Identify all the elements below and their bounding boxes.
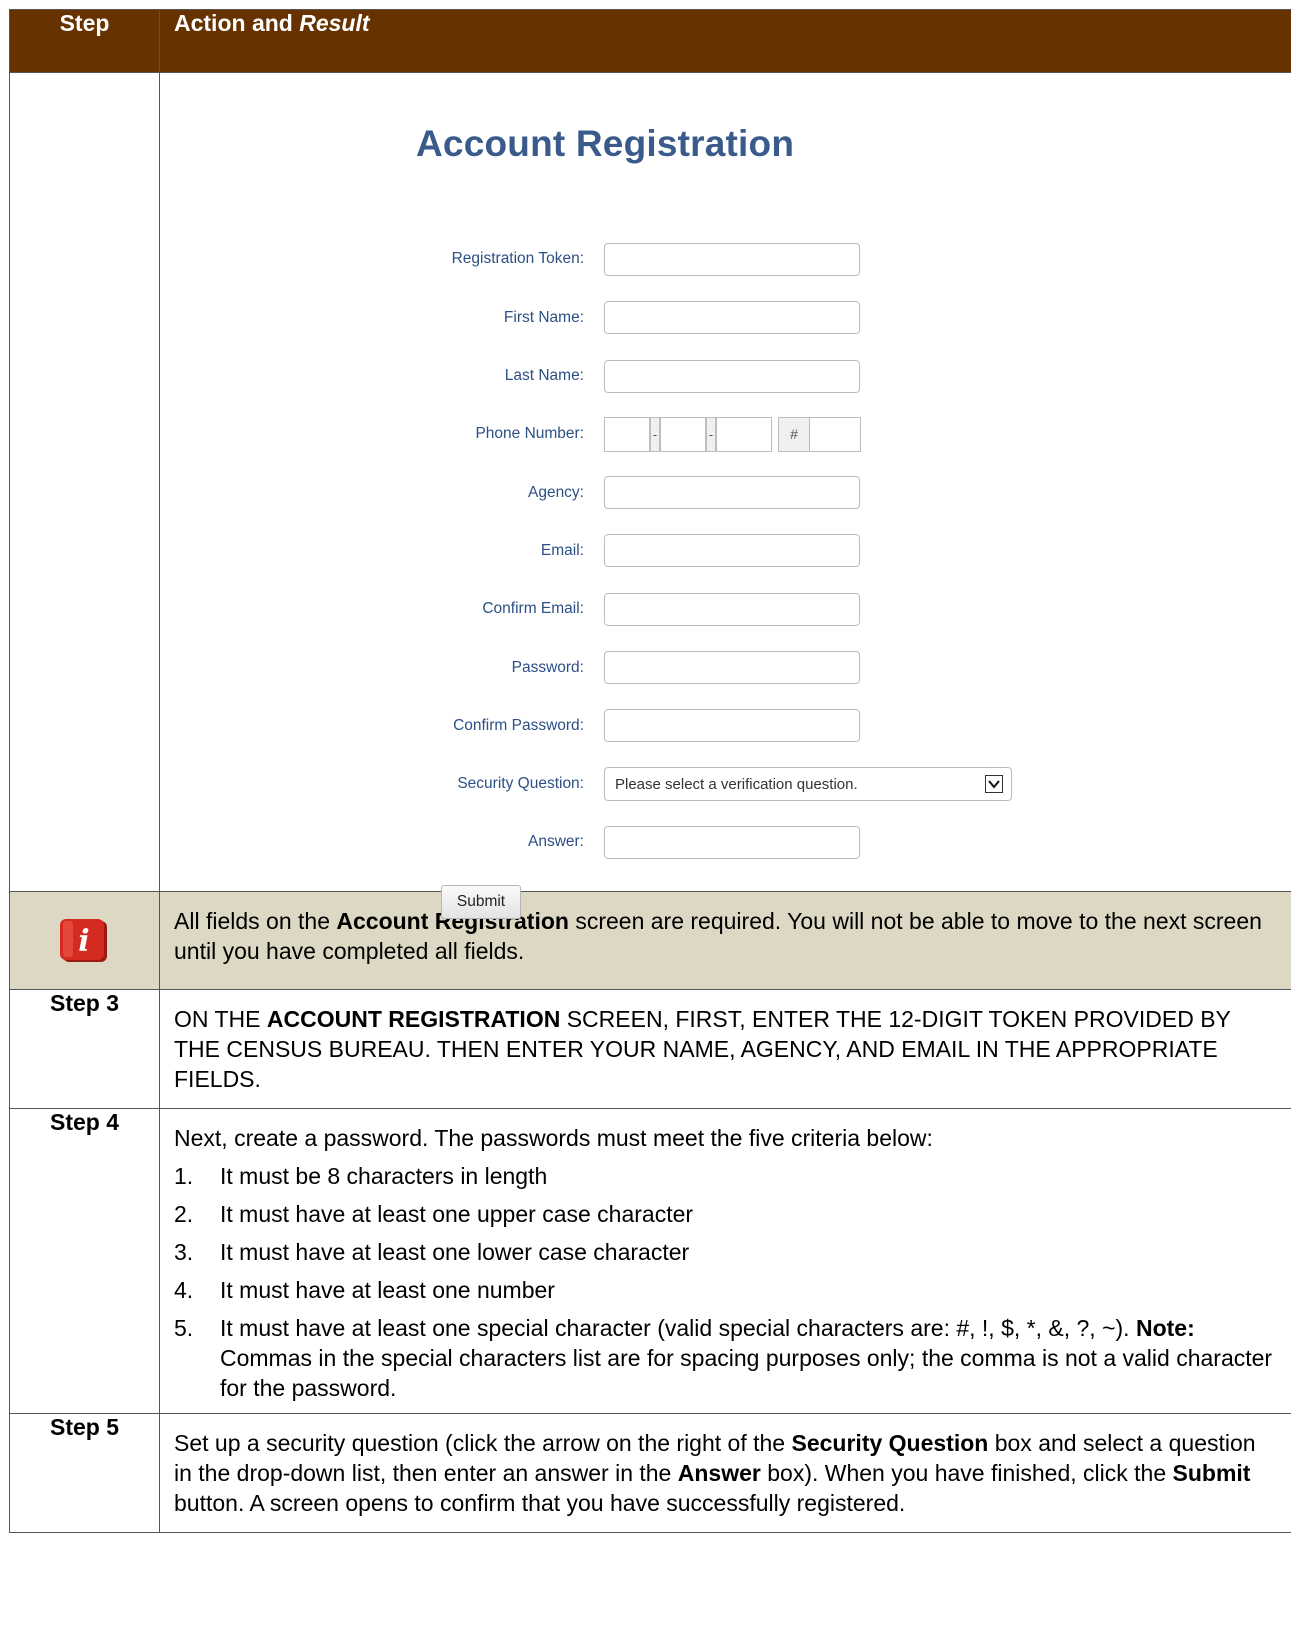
label-first-name: First Name: [503,309,584,326]
note-text-cell: All fields on the Account Registration s… [159,891,1291,990]
confirm-password-input[interactable] [604,709,860,742]
label-last-name: Last Name: [504,367,584,384]
last-name-input[interactable] [604,360,860,393]
note-icon-cell: i [9,891,160,990]
confirm-email-input[interactable] [604,593,860,626]
header-action-text: Action and [174,10,300,36]
instruction-table: Step Action and Result Account Registrat… [9,9,1291,1533]
label-confirm-email: Confirm Email: [482,600,584,617]
screenshot-cell: Account Registration Registration Token:… [159,72,1291,919]
phone-ext-addon: # [778,417,810,452]
label-agency: Agency: [527,484,584,501]
header-result-text: Result [299,10,370,36]
note-label: Note: [1135,1315,1195,1341]
step-3-text-cell: ON THE ACCOUNT REGISTRATION SCREEN, FIRS… [159,989,1291,1109]
password-input[interactable] [604,651,860,684]
password-criteria-list: 1. It must be 8 characters in length 2. It… [174,1161,1277,1403]
label-security-question: Security Question: [457,775,584,792]
submit-button[interactable]: Submit [441,885,521,919]
phone-prefix-input[interactable] [660,417,706,452]
empty-step-cell [9,72,160,892]
agency-input[interactable] [604,476,860,509]
screenshot-row: Account Registration Registration Token:… [9,72,1291,919]
list-item: 4. It must have at least one number [174,1277,555,1303]
header-step: Step [9,9,160,73]
label-answer: Answer: [528,833,584,850]
form-title: Account Registration [416,123,795,164]
label-phone-number: Phone Number: [475,425,584,442]
step-4-row: Step 4 Next, create a password. The pass… [9,1108,1291,1414]
list-item: 3. It must have at least one lower case c… [174,1239,690,1265]
list-item: 2. It must have at least one upper case c… [174,1201,694,1227]
step-4-text-cell: Next, create a password. The passwords m… [159,1108,1291,1414]
label-password: Password: [511,659,584,676]
step-3-row: Step 3 ON THE ACCOUNT REGISTRATION SCREE… [9,989,1291,1109]
phone-dash-2: - [706,417,716,452]
step-4-text: Next, create a password. The passwords m… [160,1109,1291,1413]
step-4-intro: Next, create a password. The passwords m… [174,1125,933,1151]
email-input[interactable] [604,534,860,567]
registration-token-input[interactable] [604,243,860,276]
answer-input[interactable] [604,826,860,859]
list-item: 5. It must have at least one special char… [174,1315,1273,1401]
phone-line-input[interactable] [716,417,772,452]
label-email: Email: [540,542,584,559]
first-name-input[interactable] [604,301,860,334]
list-item: 1. It must be 8 characters in length [174,1163,548,1189]
step-5-row: Step 5 Set up a security question (click… [9,1413,1291,1533]
step-3-text: ON THE ACCOUNT REGISTRATION SCREEN, FIRS… [174,1006,1231,1092]
table-header-row: Step Action and Result [9,9,1291,73]
account-registration-form: Account Registration Registration Token:… [160,73,1290,919]
note-text: All fields on the Account Registration s… [174,908,1262,964]
svg-text:i: i [78,924,89,959]
note-row: i All fields on the Account Registration… [9,891,1291,990]
phone-ext-input[interactable] [809,417,861,452]
header-action: Action and Result [159,9,1291,73]
step-5-text: Set up a security question (click the ar… [174,1430,1256,1516]
security-question-value: Please select a verification question. [615,776,858,793]
security-question-select[interactable]: Please select a verification question. [604,767,1012,801]
phone-area-input[interactable] [604,417,650,452]
chevron-down-icon[interactable] [985,775,1003,793]
step-5-label: Step 5 [9,1413,160,1533]
label-confirm-password: Confirm Password: [453,717,584,734]
step-5-text-cell: Set up a security question (click the ar… [159,1413,1291,1533]
info-icon: i [59,918,109,964]
step-4-label: Step 4 [9,1108,160,1414]
step-3-label: Step 3 [9,989,160,1109]
label-registration-token: Registration Token: [451,250,584,267]
phone-dash-1: - [650,417,660,452]
